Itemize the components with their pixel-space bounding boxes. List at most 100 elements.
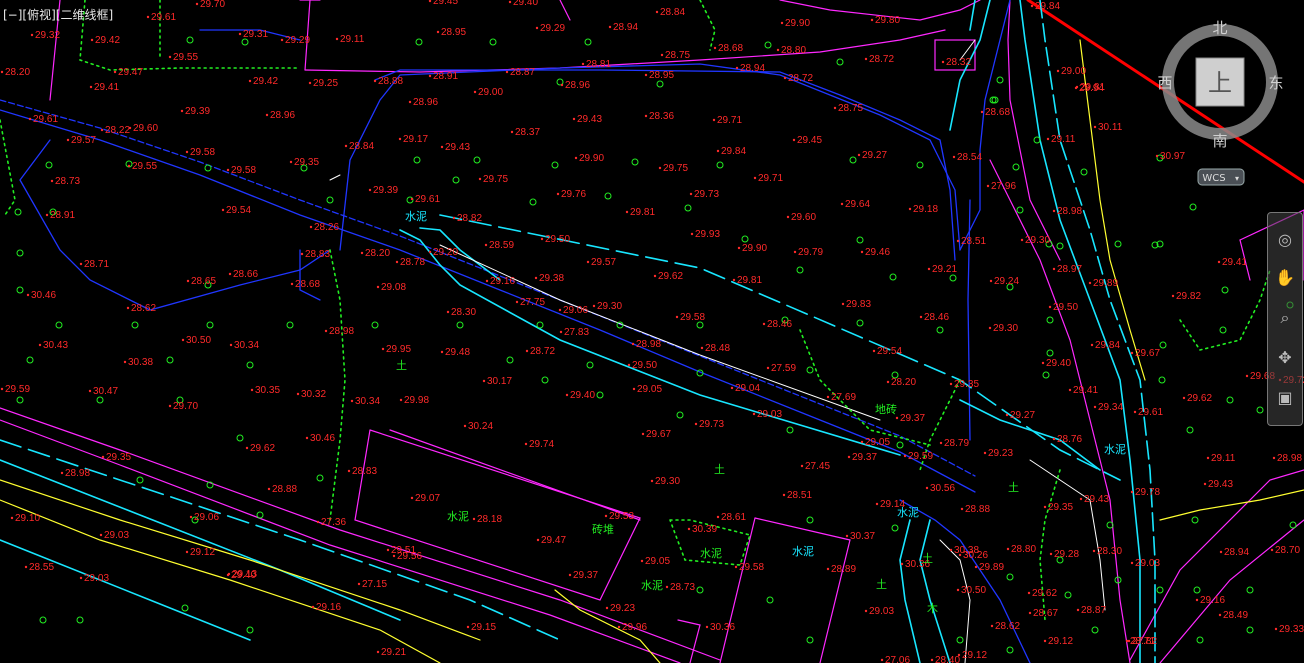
- elevation-label[interactable]: 29.05: [637, 384, 662, 395]
- surface-label[interactable]: 水泥: [641, 579, 663, 592]
- elevation-label[interactable]: 28.83: [305, 249, 330, 260]
- elevation-point[interactable]: [395, 260, 399, 264]
- elevation-point[interactable]: [484, 243, 488, 247]
- elevation-label[interactable]: 29.95: [386, 344, 411, 355]
- elevation-point[interactable]: [1270, 548, 1274, 552]
- elevation-point[interactable]: [524, 442, 528, 446]
- elevation-label[interactable]: 29.73: [694, 189, 719, 200]
- elevation-label[interactable]: 28.30: [1097, 546, 1122, 557]
- elevation-label[interactable]: 29.59: [5, 384, 30, 395]
- elevation-label[interactable]: 29.12: [1048, 636, 1073, 647]
- survey-circle[interactable]: [1080, 168, 1088, 176]
- elevation-label[interactable]: 29.61: [1138, 407, 1163, 418]
- survey-circle[interactable]: [936, 326, 944, 334]
- elevation-point[interactable]: [625, 210, 629, 214]
- elevation-point[interactable]: [1206, 456, 1210, 460]
- survey-circle[interactable]: [716, 161, 724, 169]
- elevation-point[interactable]: [949, 548, 953, 552]
- elevation-label[interactable]: 28.71: [1130, 636, 1155, 647]
- elevation-point[interactable]: [988, 326, 992, 330]
- survey-circle[interactable]: [956, 636, 964, 644]
- survey-circle[interactable]: [316, 474, 324, 482]
- elevation-point[interactable]: [1046, 137, 1050, 141]
- elevation-point[interactable]: [1130, 490, 1134, 494]
- elevation-label[interactable]: 28.22: [105, 125, 130, 136]
- elevation-point[interactable]: [1195, 598, 1199, 602]
- elevation-point[interactable]: [734, 565, 738, 569]
- survey-circle[interactable]: [631, 158, 639, 166]
- elevation-point[interactable]: [732, 278, 736, 282]
- elevation-label[interactable]: 29.61: [33, 114, 58, 125]
- survey-circle[interactable]: [39, 616, 47, 624]
- survey-circle[interactable]: [1156, 586, 1164, 594]
- elevation-point[interactable]: [608, 25, 612, 29]
- elevation-label[interactable]: 29.43: [1208, 479, 1233, 490]
- elevation-label[interactable]: 29.62: [1187, 393, 1212, 404]
- elevation-point[interactable]: [221, 208, 225, 212]
- elevation-label[interactable]: 29.06: [194, 512, 219, 523]
- elevation-label[interactable]: 29.58: [680, 312, 705, 323]
- survey-circle[interactable]: [584, 38, 592, 46]
- compass-north[interactable]: 北: [1212, 19, 1227, 37]
- elevation-point[interactable]: [712, 118, 716, 122]
- elevation-label[interactable]: 29.35: [294, 157, 319, 168]
- elevation-label[interactable]: 28.87: [1081, 605, 1106, 616]
- elevation-point[interactable]: [0, 70, 4, 74]
- elevation-label[interactable]: 27.59: [771, 363, 796, 374]
- survey-circle[interactable]: [1158, 376, 1166, 384]
- elevation-label[interactable]: 30.50: [961, 585, 986, 596]
- elevation-label[interactable]: 29.03: [757, 409, 782, 420]
- survey-circle[interactable]: [1006, 646, 1014, 654]
- elevation-point[interactable]: [525, 349, 529, 353]
- elevation-point[interactable]: [440, 145, 444, 149]
- elevation-label[interactable]: 29.59: [908, 451, 933, 462]
- elevation-label[interactable]: 28.94: [613, 22, 638, 33]
- survey-circle[interactable]: [96, 396, 104, 404]
- compass-east[interactable]: 东: [1268, 74, 1283, 92]
- surface-label[interactable]: 土: [396, 359, 407, 372]
- elevation-point[interactable]: [665, 585, 669, 589]
- elevation-label[interactable]: 28.78: [400, 257, 425, 268]
- elevation-label[interactable]: 29.50: [545, 234, 570, 245]
- elevation-point[interactable]: [776, 48, 780, 52]
- elevation-point[interactable]: [186, 279, 190, 283]
- elevation-label[interactable]: 28.62: [995, 621, 1020, 632]
- elevation-label[interactable]: 28.30: [451, 307, 476, 318]
- elevation-point[interactable]: [536, 538, 540, 542]
- elevation-label[interactable]: 29.39: [185, 106, 210, 117]
- elevation-label[interactable]: 29.32: [35, 30, 60, 41]
- elevation-label[interactable]: 29.33: [1279, 624, 1304, 635]
- elevation-point[interactable]: [1093, 405, 1097, 409]
- elevation-point[interactable]: [428, 74, 432, 78]
- elevation-point[interactable]: [226, 168, 230, 172]
- survey-circle[interactable]: [1193, 586, 1201, 594]
- elevation-point[interactable]: [300, 252, 304, 256]
- elevation-point[interactable]: [305, 436, 309, 440]
- elevation-label[interactable]: 29.08: [381, 282, 406, 293]
- survey-circle[interactable]: [676, 411, 684, 419]
- elevation-point[interactable]: [927, 267, 931, 271]
- elevation-point[interactable]: [872, 349, 876, 353]
- elevation-point[interactable]: [89, 85, 93, 89]
- elevation-point[interactable]: [716, 515, 720, 519]
- elevation-label[interactable]: 29.58: [190, 147, 215, 158]
- elevation-point[interactable]: [127, 164, 131, 168]
- elevation-label[interactable]: 27.06: [885, 655, 910, 663]
- elevation-point[interactable]: [592, 304, 596, 308]
- elevation-point[interactable]: [793, 250, 797, 254]
- elevation-label[interactable]: 29.21: [381, 647, 406, 658]
- elevation-label[interactable]: 29.58: [231, 165, 256, 176]
- elevation-point[interactable]: [1049, 552, 1053, 556]
- elevation-point[interactable]: [792, 138, 796, 142]
- elevation-point[interactable]: [376, 650, 380, 654]
- elevation-point[interactable]: [581, 62, 585, 66]
- survey-circle[interactable]: [806, 516, 814, 524]
- elevation-label[interactable]: 29.03: [84, 573, 109, 584]
- elevation-label[interactable]: 29.28: [1054, 549, 1079, 560]
- elevation-point[interactable]: [227, 572, 231, 576]
- elevation-point[interactable]: [1088, 281, 1092, 285]
- elevation-point[interactable]: [860, 250, 864, 254]
- elevation-label[interactable]: 30.11: [1098, 122, 1123, 133]
- elevation-point[interactable]: [653, 274, 657, 278]
- elevation-point[interactable]: [440, 350, 444, 354]
